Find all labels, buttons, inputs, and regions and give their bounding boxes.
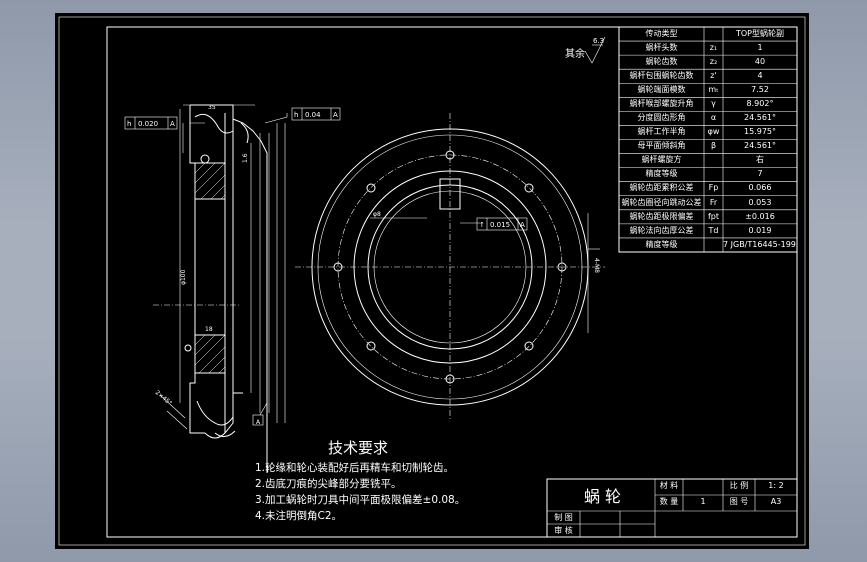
drawing-no-value: A3 <box>770 497 782 506</box>
param-value: 15.975° <box>744 127 776 137</box>
param-label: 蜗轮齿距极限偏差 <box>629 211 694 221</box>
param-symbol: Td <box>708 225 719 235</box>
cad-viewport: 35 φ100 18 1.6 A 2×45° h 0.020 A h 0.04 … <box>0 0 867 562</box>
svg-text:h: h <box>127 120 131 128</box>
param-value: 7 JGB/T16445-1996 <box>723 239 797 249</box>
param-value: 8.902° <box>746 99 774 109</box>
param-value: 24.561° <box>744 141 776 151</box>
dim-radius: 4-M8 <box>593 258 600 273</box>
svg-text:A: A <box>520 221 525 229</box>
param-value: 40 <box>754 56 766 66</box>
section-dim-labels: 35 φ100 18 1.6 A 2×45° <box>154 104 261 426</box>
param-label: 蜗轮齿圈径向跳动公差 <box>621 197 702 207</box>
param-symbol: fpt <box>707 211 720 221</box>
dim-face-width: 18 <box>205 326 213 333</box>
svg-text:0.020: 0.020 <box>138 120 158 128</box>
dim-bore: φ8 <box>373 211 381 218</box>
drawing-no-label: 图 号 <box>729 497 749 506</box>
part-name: 蜗 轮 <box>583 487 622 506</box>
svg-text:↑: ↑ <box>479 221 485 229</box>
tech-req-title: 技术要求 <box>328 439 389 457</box>
param-label: 分度圆齿形角 <box>637 113 686 123</box>
quantity-label: 数 量 <box>659 497 679 506</box>
param-value: 7.52 <box>751 85 769 95</box>
param-symbol: φw <box>707 127 720 137</box>
svg-text:h: h <box>294 111 298 119</box>
param-value: 0.066 <box>748 183 772 193</box>
param-value: ±0.016 <box>745 211 775 221</box>
param-symbol: Fp <box>708 183 719 193</box>
param-symbol: γ <box>711 99 716 109</box>
tolerance-frame-3: ↑ 0.015 A <box>476 217 528 231</box>
param-value: 24.561° <box>744 113 776 123</box>
tech-req-item: 2.齿底刀痕的尖峰部分要铣平。 <box>255 478 402 490</box>
tolerance-frame-1: h 0.020 A <box>124 116 178 130</box>
scale-label: 比 例 <box>729 481 749 490</box>
dim-chamfer: 2×45° <box>154 389 173 407</box>
tech-req-item: 4.未注明倒角C2。 <box>255 510 343 522</box>
param-value: 4 <box>757 70 763 80</box>
dim-offset: 1.6 <box>242 153 249 163</box>
param-symbol: z₁ <box>709 42 718 52</box>
roughness-symbol: 其余 6.3 <box>565 36 606 64</box>
quantity-value: 1 <box>700 497 706 506</box>
param-symbol: z₂ <box>709 56 718 66</box>
param-label: 蜗轮法向齿厚公差 <box>629 225 694 235</box>
svg-text:A: A <box>170 120 175 128</box>
param-label: 蜗轮齿数 <box>645 56 678 66</box>
material-label: 材 料 <box>659 481 679 490</box>
param-label: 传动类型 <box>645 28 678 38</box>
param-symbol: mₜ <box>708 85 719 95</box>
checked-by-label: 审 核 <box>554 526 573 535</box>
param-label: 蜗轮齿距累积公差 <box>629 183 694 193</box>
param-symbol: α <box>710 113 717 123</box>
svg-text:6.3: 6.3 <box>593 37 604 45</box>
drawn-by-label: 制 图 <box>554 513 573 522</box>
param-value: 1 <box>757 42 763 52</box>
param-label: 精度等级 <box>645 239 678 249</box>
param-symbol: z' <box>710 70 717 80</box>
dim-flange: 35 <box>208 104 216 111</box>
param-label: 母平面倾斜角 <box>637 141 686 151</box>
param-label: 蜗杆喉部螺旋升角 <box>629 99 694 109</box>
param-value: TOP型蜗轮副 <box>735 28 784 38</box>
svg-text:A: A <box>333 111 338 119</box>
param-label: 蜗杆头数 <box>645 42 678 52</box>
param-symbol: β <box>710 141 717 151</box>
drawing-sheet: 35 φ100 18 1.6 A 2×45° h 0.020 A h 0.04 … <box>55 13 809 549</box>
param-label: 蜗杆螺旋方 <box>641 155 682 165</box>
param-label: 蜗杆包围蜗轮齿数 <box>629 70 694 80</box>
section-view <box>153 104 288 473</box>
front-view: φ8 4-M8 <box>295 113 605 421</box>
tech-req-item: 1.轮缘和轮心装配好后再精车和切制轮齿。 <box>255 462 455 474</box>
tech-req-list: 1.轮缘和轮心装配好后再精车和切制轮齿。 2.齿底刀痕的尖峰部分要铣平。 3.加… <box>255 460 465 524</box>
param-value: 右 <box>756 155 764 165</box>
param-label: 精度等级 <box>645 169 678 179</box>
param-value: 7 <box>757 169 763 179</box>
param-label: 蜗轮端面模数 <box>637 85 686 95</box>
tech-req-item: 3.加工蜗轮时刀具中间平面极限偏差±0.08。 <box>255 494 466 506</box>
svg-text:其余: 其余 <box>565 47 585 60</box>
param-value: 0.019 <box>748 225 772 235</box>
svg-text:0.04: 0.04 <box>305 111 321 119</box>
scale-value: 1: 2 <box>768 481 784 490</box>
tolerance-frame-2: h 0.04 A <box>291 107 341 121</box>
svg-text:0.015: 0.015 <box>490 221 510 229</box>
param-symbol: Fr <box>709 197 718 207</box>
param-label: 蜗杆工作半角 <box>637 127 686 137</box>
dim-section-dia: φ100 <box>180 269 187 285</box>
param-value: 0.053 <box>748 197 772 207</box>
